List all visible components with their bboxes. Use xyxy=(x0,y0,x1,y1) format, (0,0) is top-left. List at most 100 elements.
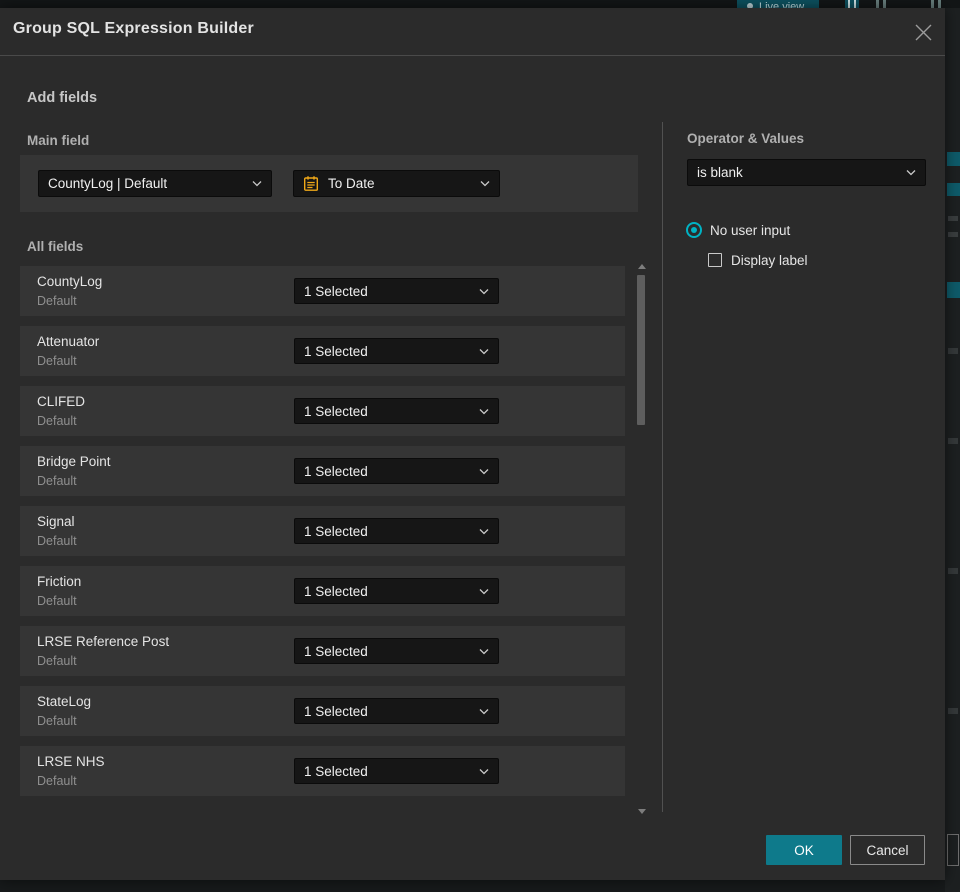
background-app-top-strip: Live view xyxy=(0,0,960,8)
chevron-down-icon xyxy=(479,648,489,655)
field-name: CountyLog xyxy=(37,274,103,289)
display-label-label: Display label xyxy=(731,253,808,268)
chevron-down-icon xyxy=(479,408,489,415)
field-subtitle: Default xyxy=(37,414,77,428)
live-view-label: Live view xyxy=(759,1,805,8)
field-name: StateLog xyxy=(37,694,92,709)
cancel-button[interactable]: Cancel xyxy=(850,835,925,865)
field-selected-dropdown[interactable]: 1 Selected xyxy=(294,578,499,604)
field-selected-dropdown[interactable]: 1 Selected xyxy=(294,278,499,304)
chevron-down-icon xyxy=(906,169,916,176)
background-toolbar-fragment xyxy=(931,0,941,8)
main-field-select-value: CountyLog | Default xyxy=(48,176,168,191)
chevron-down-icon xyxy=(479,588,489,595)
scrollbar-thumb[interactable] xyxy=(637,275,645,425)
field-type-select[interactable]: To Date xyxy=(293,170,500,197)
no-user-input-radio[interactable] xyxy=(686,222,702,238)
all-fields-list: CountyLog Default 1 Selected Attenuator … xyxy=(20,266,625,806)
field-name: Bridge Point xyxy=(37,454,111,469)
field-name: CLIFED xyxy=(37,394,86,409)
field-selected-dropdown[interactable]: 1 Selected xyxy=(294,518,499,544)
field-selected-dropdown[interactable]: 1 Selected xyxy=(294,398,499,424)
background-fragment xyxy=(948,708,958,714)
calendar-icon xyxy=(303,175,319,192)
live-view-button: Live view xyxy=(737,0,819,8)
background-fragment xyxy=(948,438,958,444)
close-icon xyxy=(914,23,933,42)
add-fields-heading: Add fields xyxy=(27,90,98,106)
chevron-down-icon xyxy=(479,348,489,355)
background-fragment xyxy=(947,834,959,866)
chevron-down-icon xyxy=(479,288,489,295)
field-row: Friction Default 1 Selected xyxy=(20,566,625,616)
field-selected-dropdown[interactable]: 1 Selected xyxy=(294,698,499,724)
background-fragment xyxy=(947,282,960,298)
chevron-down-icon xyxy=(252,180,262,187)
main-field-select[interactable]: CountyLog | Default xyxy=(38,170,272,197)
background-fragment xyxy=(948,216,958,221)
field-subtitle: Default xyxy=(37,474,77,488)
scrollbar-down-arrow-icon[interactable] xyxy=(638,809,646,814)
background-toolbar-fragment xyxy=(876,0,886,8)
field-selected-value: 1 Selected xyxy=(304,763,368,779)
field-row: CountyLog Default 1 Selected xyxy=(20,266,625,316)
all-fields-label: All fields xyxy=(27,239,84,254)
field-selected-dropdown[interactable]: 1 Selected xyxy=(294,458,499,484)
field-selected-dropdown[interactable]: 1 Selected xyxy=(294,338,499,364)
field-selected-value: 1 Selected xyxy=(304,283,368,299)
radio-dot xyxy=(691,227,697,233)
field-selected-value: 1 Selected xyxy=(304,703,368,719)
dialog-titlebar: Group SQL Expression Builder xyxy=(0,8,945,56)
no-user-input-label: No user input xyxy=(710,223,791,238)
operator-select-value: is blank xyxy=(697,165,743,180)
field-row: LRSE Reference Post Default 1 Selected xyxy=(20,626,625,676)
field-row: CLIFED Default 1 Selected xyxy=(20,386,625,436)
field-subtitle: Default xyxy=(37,354,77,368)
field-selected-value: 1 Selected xyxy=(304,523,368,539)
vertical-divider xyxy=(662,122,663,812)
background-app-right-strip xyxy=(945,8,960,892)
screen: Live view Group SQL Expression Builder A… xyxy=(0,0,960,892)
field-name: LRSE Reference Post xyxy=(37,634,170,649)
field-row: LRSE NHS Default 1 Selected xyxy=(20,746,625,796)
field-selected-value: 1 Selected xyxy=(304,583,368,599)
field-subtitle: Default xyxy=(37,294,77,308)
operator-values-heading: Operator & Values xyxy=(687,131,805,146)
operator-select[interactable]: is blank xyxy=(687,159,926,186)
background-fragment xyxy=(948,232,958,237)
background-fragment xyxy=(947,152,960,166)
field-selected-value: 1 Selected xyxy=(304,403,368,419)
field-subtitle: Default xyxy=(37,774,77,788)
field-type-select-value: To Date xyxy=(328,176,375,191)
field-selected-dropdown[interactable]: 1 Selected xyxy=(294,758,499,784)
ok-button[interactable]: OK xyxy=(766,835,842,865)
field-selected-value: 1 Selected xyxy=(304,463,368,479)
field-subtitle: Default xyxy=(37,594,77,608)
background-toolbar-fragment xyxy=(845,0,859,8)
group-sql-expression-builder-dialog: Group SQL Expression Builder Add fields … xyxy=(0,8,945,880)
field-subtitle: Default xyxy=(37,714,77,728)
field-selected-value: 1 Selected xyxy=(304,643,368,659)
chevron-down-icon xyxy=(479,528,489,535)
chevron-down-icon xyxy=(480,180,490,187)
dialog-title: Group SQL Expression Builder xyxy=(13,20,254,37)
background-fragment xyxy=(948,568,958,574)
field-row: Bridge Point Default 1 Selected xyxy=(20,446,625,496)
close-button[interactable] xyxy=(909,18,937,46)
main-field-label: Main field xyxy=(27,133,90,148)
chevron-down-icon xyxy=(479,708,489,715)
field-selected-value: 1 Selected xyxy=(304,343,368,359)
field-row: StateLog Default 1 Selected xyxy=(20,686,625,736)
scrollbar-up-arrow-icon[interactable] xyxy=(638,264,646,269)
list-scrollbar[interactable] xyxy=(636,264,647,814)
field-selected-dropdown[interactable]: 1 Selected xyxy=(294,638,499,664)
chevron-down-icon xyxy=(479,468,489,475)
field-subtitle: Default xyxy=(37,534,77,548)
display-label-checkbox[interactable] xyxy=(708,253,722,267)
field-subtitle: Default xyxy=(37,654,77,668)
field-name: LRSE NHS xyxy=(37,754,105,769)
chevron-down-icon xyxy=(479,768,489,775)
field-row: Signal Default 1 Selected xyxy=(20,506,625,556)
field-row: Attenuator Default 1 Selected xyxy=(20,326,625,376)
field-name: Attenuator xyxy=(37,334,100,349)
